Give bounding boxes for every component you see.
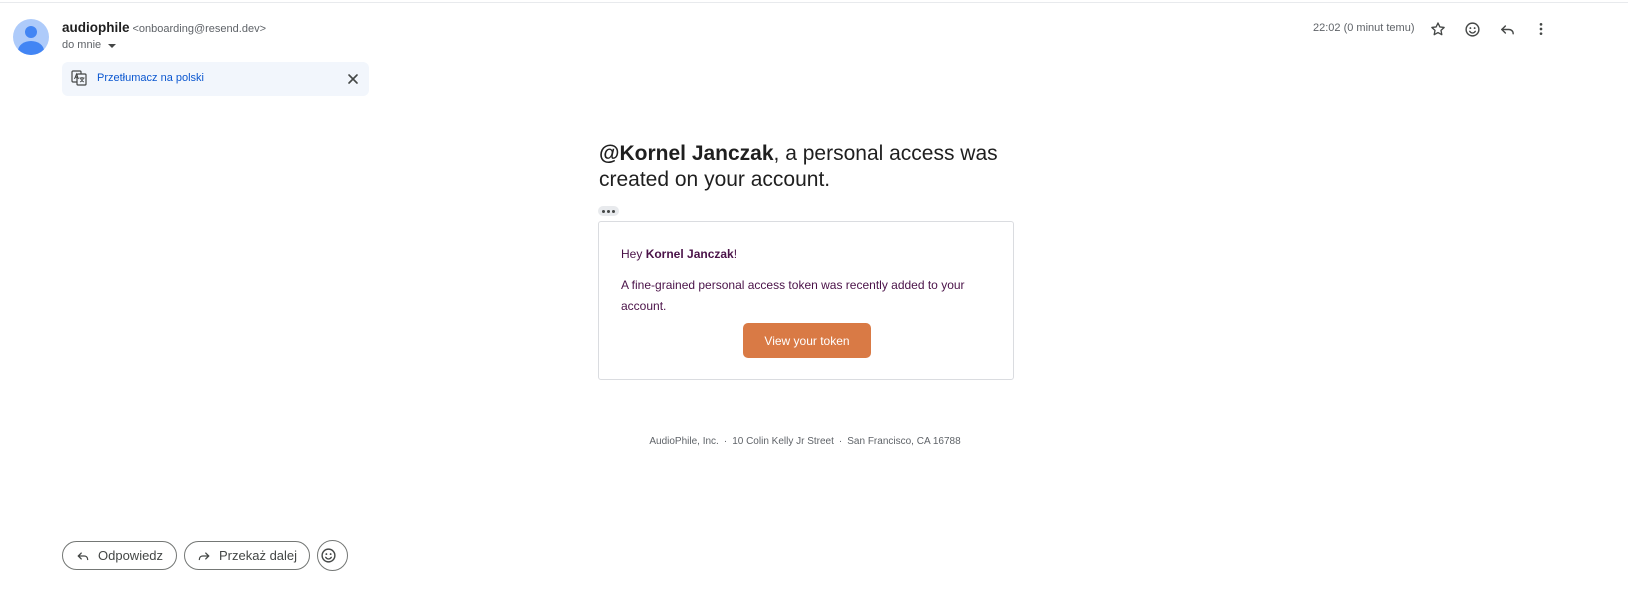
- dot: [602, 209, 605, 213]
- reply-button[interactable]: Odpowiedz: [62, 541, 177, 570]
- emoji-icon: [321, 548, 336, 563]
- reply-label: Odpowiedz: [98, 548, 164, 563]
- footer-street: 10 Colin Kelly Jr Street: [732, 436, 834, 447]
- close-icon[interactable]: [345, 71, 361, 87]
- top-divider: [0, 2, 1628, 3]
- email-message: A fine-grained personal access token was…: [621, 278, 965, 313]
- dot: [607, 209, 610, 213]
- emoji-reaction-button[interactable]: [317, 540, 348, 571]
- email-card: Hey Kornel Janczak! A fine-grained perso…: [598, 221, 1014, 380]
- show-trimmed-content-button[interactable]: [598, 206, 619, 216]
- forward-label: Przekaż dalej: [219, 548, 298, 563]
- email-timestamp: 22:02 (0 minut temu): [1313, 22, 1415, 34]
- emoji-icon[interactable]: [1462, 19, 1482, 39]
- footer-separator: ·: [838, 436, 843, 447]
- translate-icon: [71, 70, 87, 86]
- avatar-head-shape: [25, 26, 37, 38]
- forward-button[interactable]: Przekaż dalej: [184, 541, 310, 570]
- sender-avatar[interactable]: [13, 19, 49, 55]
- recipient-details-toggle[interactable]: do mnie: [62, 39, 117, 51]
- avatar-body-shape: [18, 41, 44, 55]
- greeting: Hey Kornel Janczak!: [621, 247, 737, 261]
- reply-icon: [77, 551, 89, 560]
- translate-link[interactable]: Przetłumacz na polski: [97, 72, 204, 84]
- greeting-name: Kornel Janczak: [645, 247, 734, 261]
- footer-address: AudioPhile, Inc. · 10 Colin Kelly Jr Stree…: [598, 436, 1012, 447]
- dot: [612, 209, 615, 213]
- greeting-suffix: !: [733, 247, 738, 261]
- headline-username: @Kornel Janczak: [599, 142, 774, 165]
- chevron-down-icon: [108, 44, 117, 48]
- footer-company: AudioPhile, Inc.: [649, 436, 719, 447]
- greeting-prefix: Hey: [621, 247, 646, 261]
- forward-icon: [198, 551, 210, 560]
- sender-name[interactable]: audiophile: [62, 20, 130, 35]
- translate-banner: Przetłumacz na polski: [62, 62, 369, 96]
- sender-email: <onboarding@resend.dev>: [132, 23, 267, 35]
- sender-line: audiophile <onboarding@resend.dev>: [62, 20, 266, 35]
- reply-icon[interactable]: [1497, 19, 1517, 39]
- more-vert-icon[interactable]: [1531, 19, 1551, 39]
- footer-separator: ·: [723, 436, 728, 447]
- view-token-button[interactable]: View your token: [743, 323, 871, 358]
- star-icon[interactable]: [1428, 19, 1448, 39]
- email-headline: @Kornel Janczak, a personal access was c…: [599, 141, 1019, 193]
- footer-city: San Francisco, CA 16788: [847, 436, 961, 447]
- recipient-label: do mnie: [62, 39, 102, 51]
